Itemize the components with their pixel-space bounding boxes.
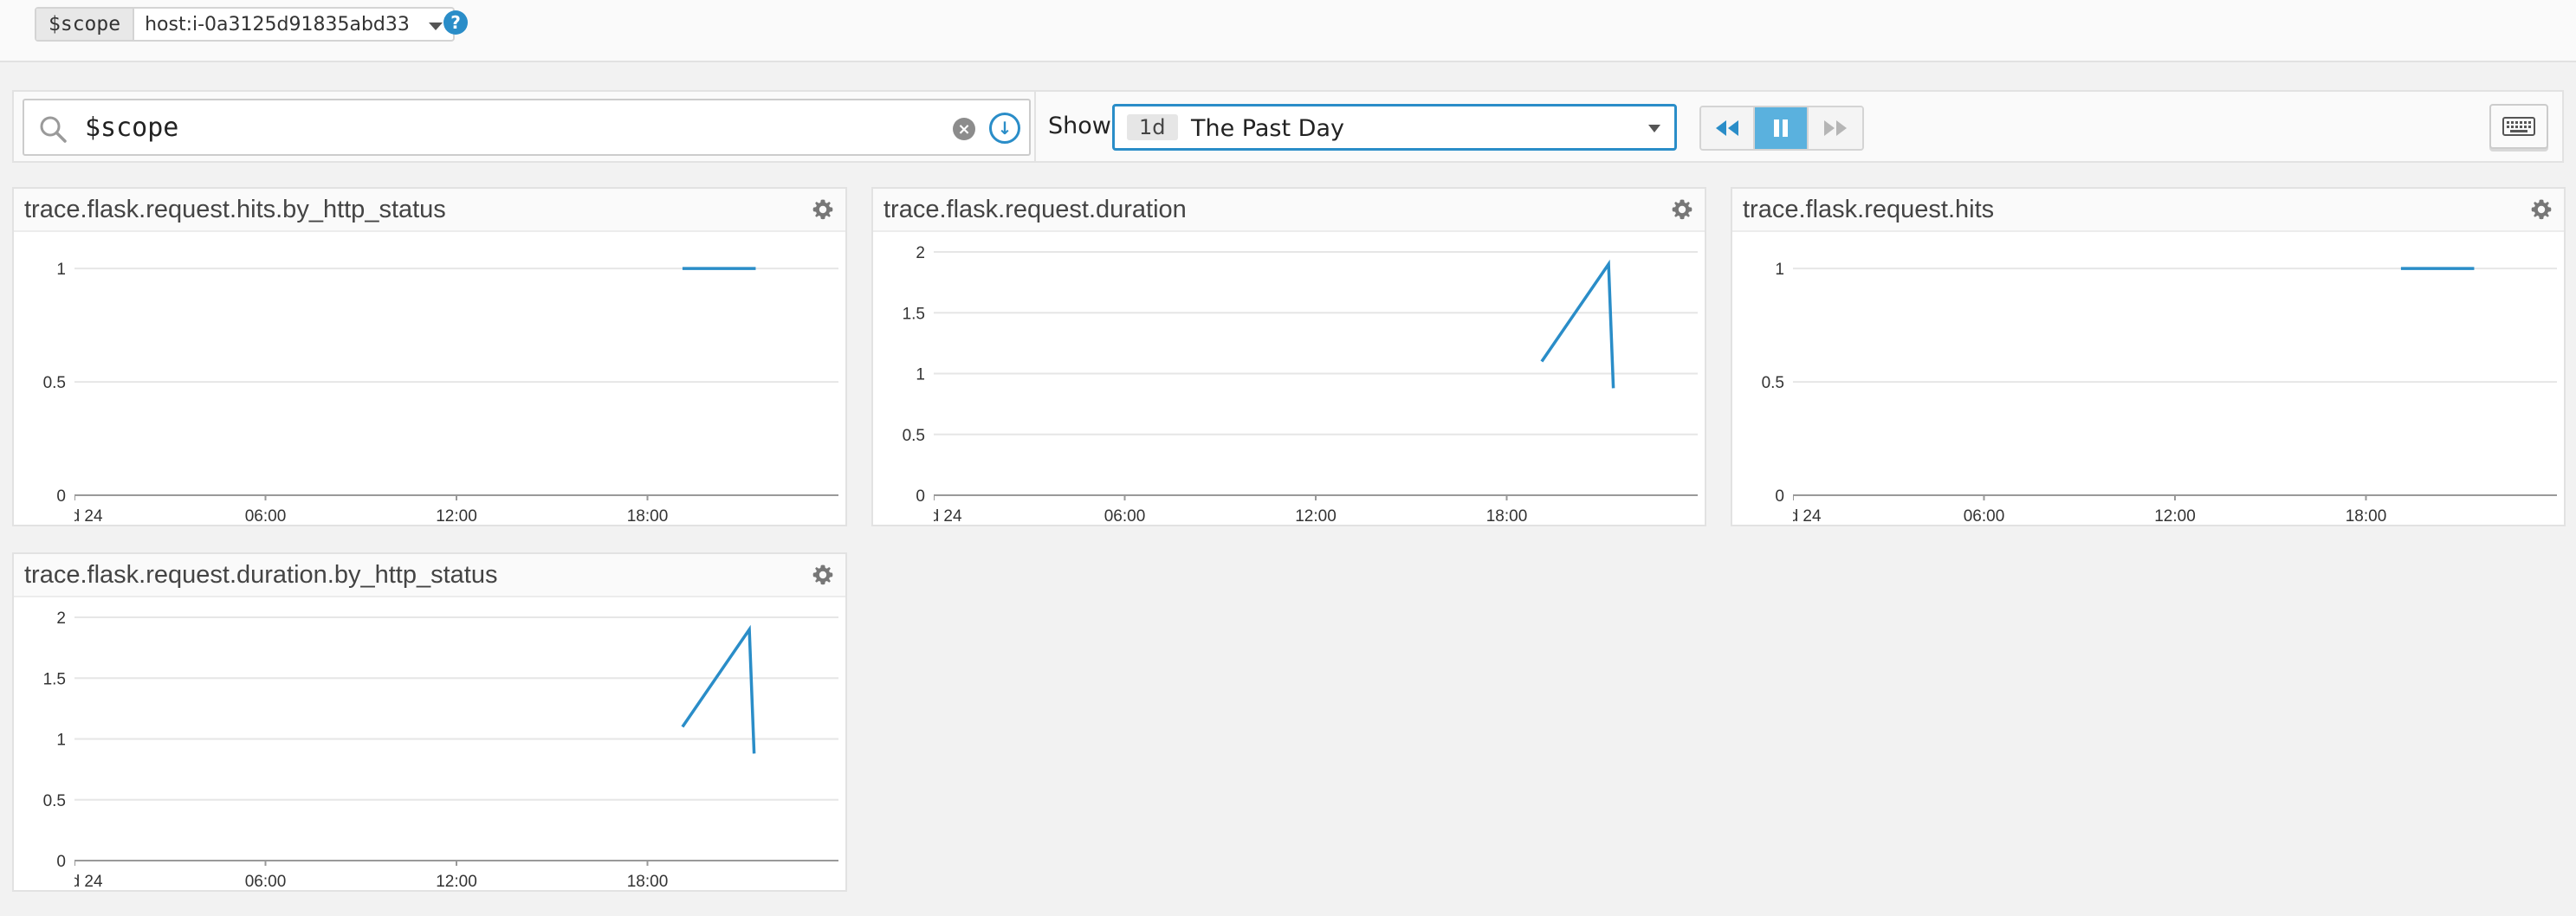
widget-header: trace.flask.request.hits bbox=[1732, 189, 2564, 232]
keyboard-shortcuts-button[interactable] bbox=[2489, 104, 2548, 149]
pause-button[interactable] bbox=[1755, 107, 1809, 149]
x-tick-label: 12:00 bbox=[1295, 507, 1337, 526]
x-tick: Wed 24 bbox=[1764, 495, 1822, 526]
chevron-down-icon bbox=[1648, 125, 1660, 132]
x-tick-label: Wed 24 bbox=[46, 507, 103, 526]
x-tick-label: Wed 24 bbox=[1764, 507, 1822, 526]
x-tick: 18:00 bbox=[627, 861, 669, 891]
x-tick: 06:00 bbox=[245, 861, 287, 891]
playback-controls bbox=[1699, 106, 1864, 151]
y-tick-label: 1 bbox=[56, 261, 66, 279]
y-tick-label: 0 bbox=[1775, 487, 1784, 506]
timeseries-chart[interactable]: 0 0.5 1 Wed 24 06:00 12:00 18:00 bbox=[14, 234, 845, 526]
x-tick-label: 06:00 bbox=[245, 507, 287, 526]
widget-title: trace.flask.request.duration bbox=[883, 196, 1187, 223]
show-label: Show bbox=[1048, 113, 1111, 139]
dashboard-toolbar: $scope × ↓ Show 1d The Past Day bbox=[12, 90, 2564, 163]
x-tick: Wed 24 bbox=[46, 861, 103, 891]
chevron-down-icon bbox=[428, 22, 443, 30]
x-tick-label: 18:00 bbox=[2346, 507, 2387, 526]
x-tick: 12:00 bbox=[1295, 495, 1337, 526]
timeseries-chart[interactable]: 0 0.5 1 1.5 2 Wed 24 06:00 12:00 18:00 bbox=[14, 599, 845, 892]
template-variable-selector[interactable]: $scope host:i-0a3125d91835abd33 bbox=[35, 7, 455, 42]
x-tick-label: Wed 24 bbox=[46, 873, 103, 891]
widget-request-duration: trace.flask.request.duration 0 0.5 1 1.5 2 We… bbox=[871, 187, 1706, 526]
y-tick-label: 0.5 bbox=[43, 374, 66, 392]
search-input-value: $scope bbox=[85, 113, 179, 143]
pause-icon bbox=[1774, 119, 1788, 137]
rewind-icon bbox=[1716, 120, 1738, 136]
y-tick-label: 1.5 bbox=[903, 305, 925, 323]
gear-icon[interactable] bbox=[1668, 196, 1696, 223]
x-tick-label: 12:00 bbox=[436, 873, 477, 891]
x-tick-label: Wed 24 bbox=[905, 507, 962, 526]
x-tick: 18:00 bbox=[2346, 495, 2387, 526]
template-variable-value[interactable]: host:i-0a3125d91835abd33 bbox=[134, 9, 453, 40]
x-tick: 12:00 bbox=[2154, 495, 2196, 526]
gear-icon[interactable] bbox=[809, 196, 837, 223]
y-tick-label: 1 bbox=[56, 732, 66, 750]
y-tick-label: 0.5 bbox=[1762, 374, 1784, 392]
y-tick-label: 1 bbox=[916, 366, 925, 384]
x-tick-label: 06:00 bbox=[1964, 507, 2005, 526]
y-tick-label: 2 bbox=[56, 610, 66, 628]
widget-header: trace.flask.request.hits.by_http_status bbox=[14, 189, 845, 232]
timeframe-selector[interactable]: 1d The Past Day bbox=[1112, 104, 1677, 151]
widget-request-hits: trace.flask.request.hits 0 0.5 1 Wed 24 06:0… bbox=[1731, 187, 2566, 526]
gear-icon[interactable] bbox=[809, 561, 837, 589]
x-tick: 18:00 bbox=[627, 495, 669, 526]
x-tick: 18:00 bbox=[1486, 495, 1528, 526]
x-tick: Wed 24 bbox=[46, 495, 103, 526]
x-tick-label: 06:00 bbox=[245, 873, 287, 891]
y-tick-label: 1.5 bbox=[43, 670, 66, 688]
x-tick-label: 18:00 bbox=[1486, 507, 1528, 526]
search-input[interactable]: $scope × ↓ bbox=[23, 99, 1031, 156]
fast-forward-button[interactable] bbox=[1809, 107, 1862, 149]
save-search-icon[interactable]: ↓ bbox=[989, 113, 1020, 144]
timeframe-code-badge: 1d bbox=[1127, 114, 1178, 140]
keyboard-icon bbox=[2502, 117, 2535, 136]
x-tick-label: 12:00 bbox=[436, 507, 477, 526]
search-icon bbox=[40, 116, 67, 143]
fast-forward-icon bbox=[1824, 120, 1847, 136]
y-tick-label: 2 bbox=[916, 244, 925, 262]
template-variable-bar: $scope host:i-0a3125d91835abd33 ? bbox=[0, 0, 2576, 62]
rewind-button[interactable] bbox=[1701, 107, 1755, 149]
widget-header: trace.flask.request.duration.by_http_sta… bbox=[14, 554, 845, 597]
help-icon[interactable]: ? bbox=[443, 10, 468, 35]
series-line bbox=[681, 624, 756, 754]
widget-hits-by-http-status: trace.flask.request.hits.by_http_status … bbox=[12, 187, 847, 526]
series-line bbox=[1540, 259, 1615, 389]
widget-title: trace.flask.request.hits.by_http_status bbox=[24, 196, 446, 223]
x-tick: 06:00 bbox=[1104, 495, 1146, 526]
widget-title: trace.flask.request.hits bbox=[1743, 196, 1995, 223]
x-tick: Wed 24 bbox=[905, 495, 962, 526]
toolbar-divider bbox=[1034, 92, 1036, 161]
x-tick: 12:00 bbox=[436, 495, 477, 526]
template-variable-value-text: host:i-0a3125d91835abd33 bbox=[145, 13, 410, 35]
x-tick: 06:00 bbox=[1964, 495, 2005, 526]
template-variable-name: $scope bbox=[36, 9, 135, 40]
widget-header: trace.flask.request.duration bbox=[873, 189, 1705, 232]
widget-title: trace.flask.request.duration.by_http_sta… bbox=[24, 561, 498, 589]
x-tick: 12:00 bbox=[436, 861, 477, 891]
x-tick-label: 12:00 bbox=[2154, 507, 2196, 526]
y-tick-label: 0.5 bbox=[903, 427, 925, 445]
gear-icon[interactable] bbox=[2527, 196, 2555, 223]
y-tick-label: 0 bbox=[56, 853, 66, 871]
timeframe-label: The Past Day bbox=[1191, 115, 1344, 142]
x-tick-label: 06:00 bbox=[1104, 507, 1146, 526]
y-tick-label: 0 bbox=[56, 487, 66, 506]
timeseries-chart[interactable]: 0 0.5 1 Wed 24 06:00 12:00 18:00 bbox=[1732, 234, 2564, 526]
y-tick-label: 0 bbox=[916, 487, 925, 506]
x-tick: 06:00 bbox=[245, 495, 287, 526]
x-tick-label: 18:00 bbox=[627, 507, 669, 526]
clear-search-icon[interactable]: × bbox=[953, 118, 975, 140]
y-tick-label: 1 bbox=[1775, 261, 1784, 279]
widget-duration-by-http-status: trace.flask.request.duration.by_http_sta… bbox=[12, 552, 847, 892]
timeseries-chart[interactable]: 0 0.5 1 1.5 2 Wed 24 06:00 12:00 18:00 bbox=[873, 234, 1705, 526]
y-tick-label: 0.5 bbox=[43, 792, 66, 810]
x-tick-label: 18:00 bbox=[627, 873, 669, 891]
